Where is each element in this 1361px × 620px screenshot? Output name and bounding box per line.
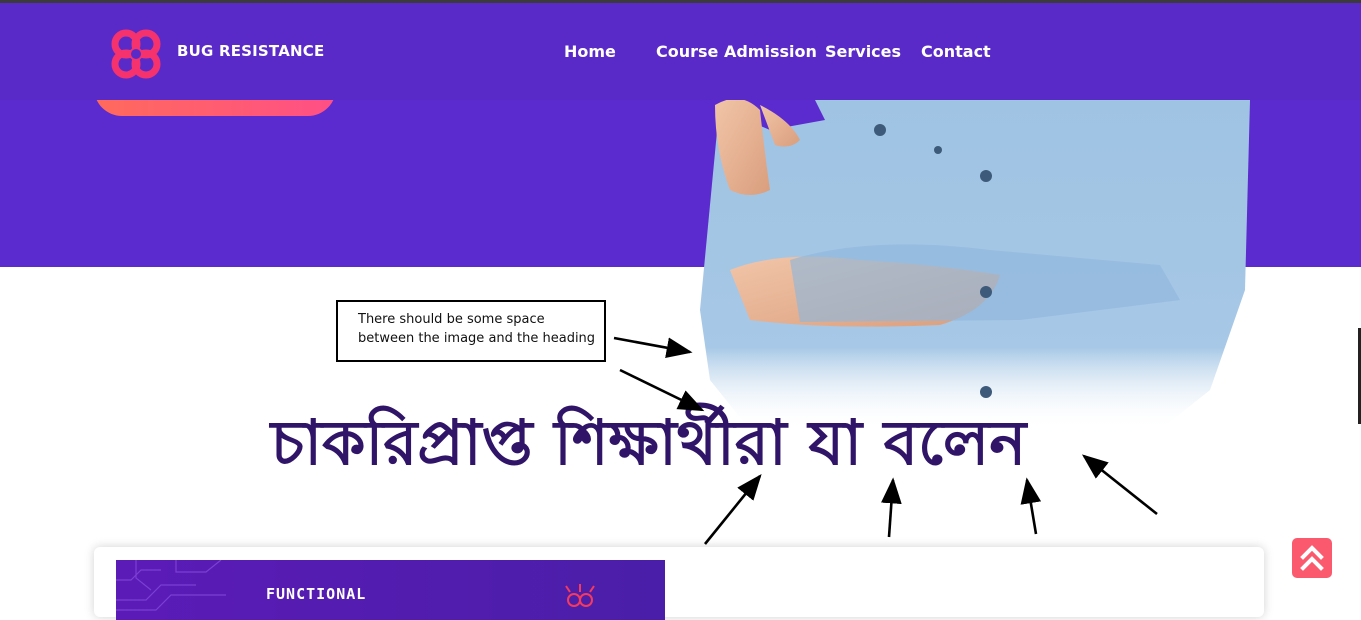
section-heading: চাকরিপ্রাপ্ত শিক্ষার্থীরা যা বলেন: [0, 398, 1361, 488]
testimonial-card: FUNCTIONAL: [94, 547, 1264, 620]
nav-home[interactable]: Home: [564, 42, 616, 61]
hero-person-image: [700, 90, 1250, 430]
card-thumbnail[interactable]: FUNCTIONAL: [116, 560, 665, 620]
top-navbar: BUG RESISTANCE Home Course Admission Ser…: [0, 3, 1361, 100]
nav-contact[interactable]: Contact: [921, 42, 991, 61]
annotation-callout: There should be some space between the i…: [336, 300, 606, 362]
card-thumbnail-text: FUNCTIONAL: [266, 585, 367, 603]
section-heading-text: চাকরিপ্রাপ্ত শিক্ষার্থীরা যা বলেন: [270, 406, 1027, 479]
nav-services[interactable]: Services: [825, 42, 901, 61]
scroll-to-top-button[interactable]: [1292, 538, 1332, 578]
arrow-heading-bottom-2: [880, 477, 902, 538]
brand-logo-icon[interactable]: [107, 25, 165, 83]
brand-name[interactable]: BUG RESISTANCE: [177, 42, 324, 60]
double-chevron-up-icon: [1300, 545, 1324, 571]
arrow-to-image: [613, 336, 693, 358]
arrow-heading-bottom-3: [1020, 477, 1042, 535]
nav-course-admission[interactable]: Course Admission: [656, 42, 817, 61]
bug-logo-icon: [565, 584, 595, 607]
annotation-text: There should be some space between the i…: [358, 312, 596, 346]
